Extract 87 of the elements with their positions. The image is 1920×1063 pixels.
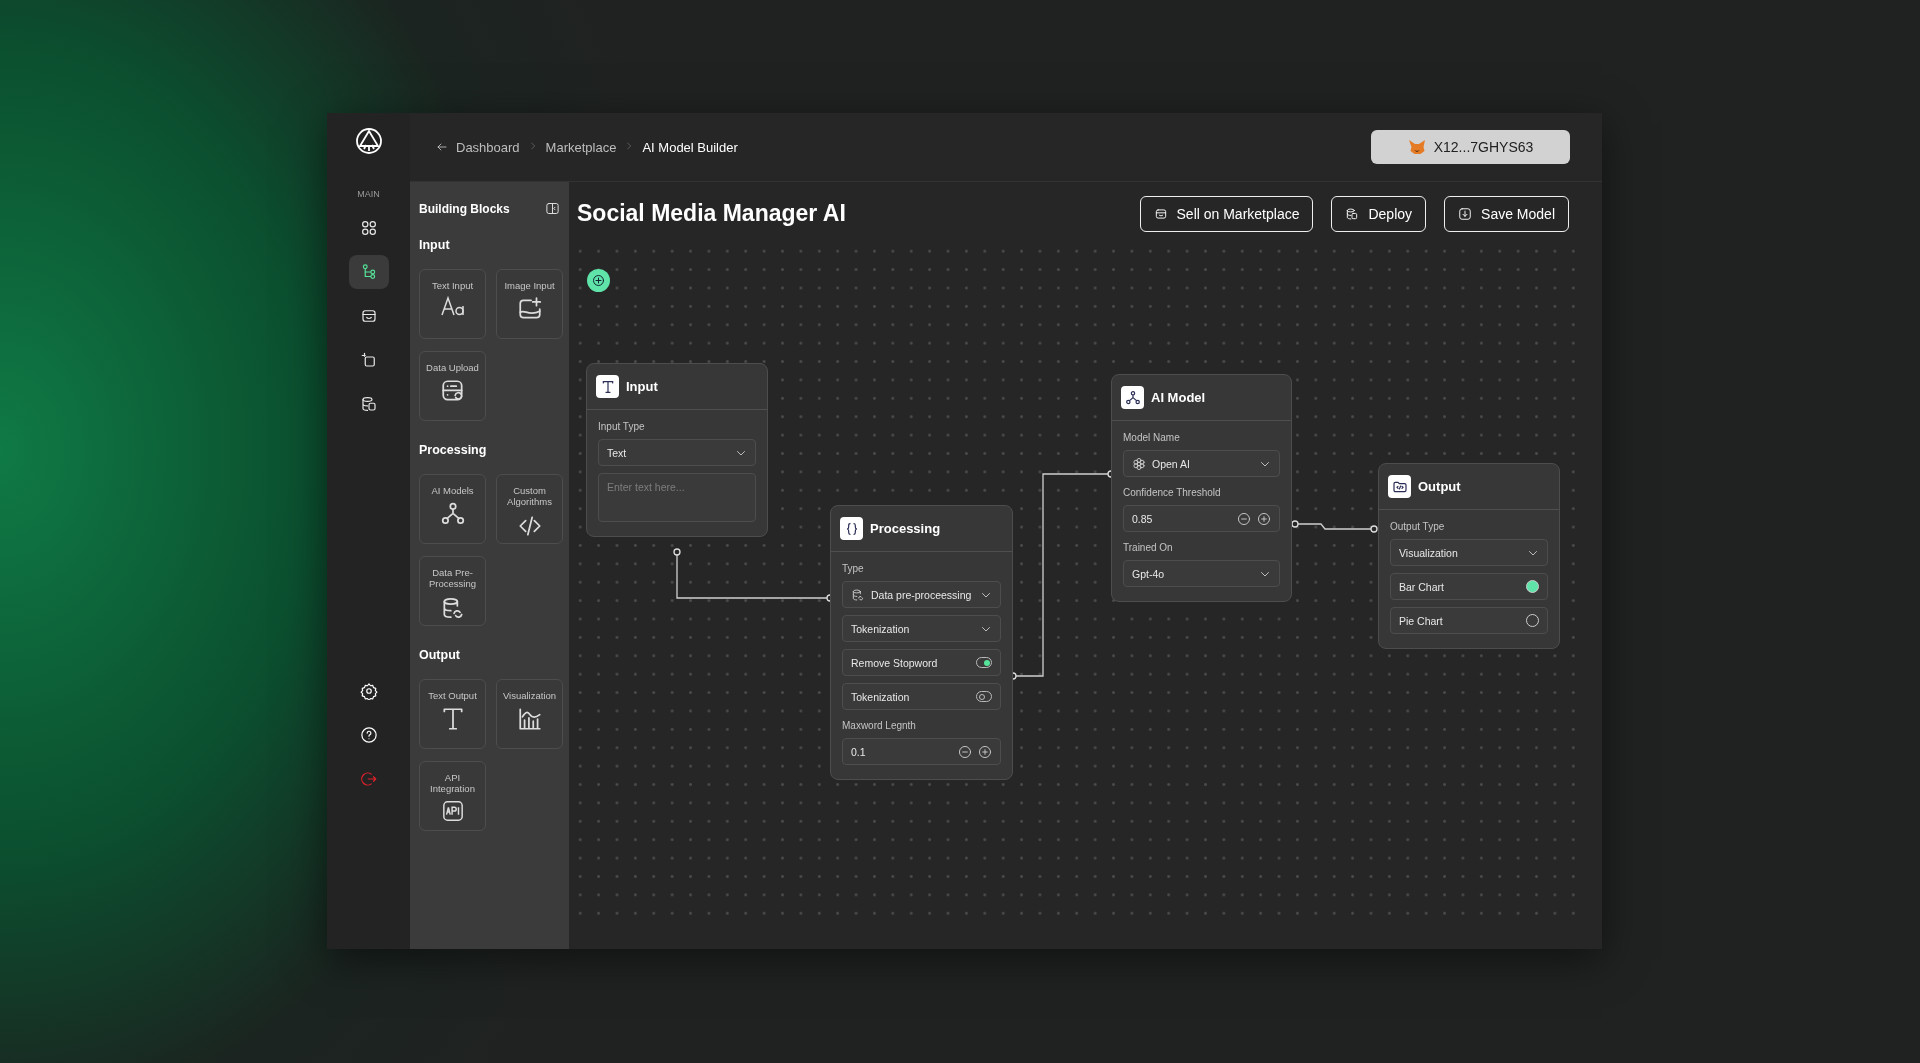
decrement-button[interactable]	[958, 744, 972, 759]
settings-icon	[359, 682, 378, 700]
letters-icon	[440, 296, 465, 317]
section-label: MAIN	[357, 189, 380, 199]
breadcrumb-link[interactable]: AI Model Builder	[642, 139, 738, 155]
fox-icon	[1407, 139, 1426, 155]
option-label: Remove Stopword	[851, 656, 939, 669]
field-label: Input Type	[598, 421, 646, 432]
block-tile[interactable]: Text Input	[419, 269, 486, 339]
number-field[interactable]: 0.85	[1123, 505, 1280, 532]
block-tile[interactable]: Custom Algorithms	[496, 474, 563, 544]
api-icon	[441, 799, 464, 822]
action-button[interactable]: Deploy	[1331, 195, 1427, 232]
dropdown[interactable]: Visualization	[1390, 539, 1548, 566]
connector-port[interactable]	[1291, 520, 1299, 528]
increment-button[interactable]	[978, 744, 992, 759]
page-title: Social Media Manager AI	[577, 200, 846, 227]
field-label: Type	[842, 563, 865, 574]
node-title: Output	[1418, 479, 1461, 494]
node-title: AI Model	[1151, 390, 1206, 405]
connector-port[interactable]	[673, 548, 681, 556]
node-card[interactable]: Input Input Type Text Enter text here...	[586, 363, 768, 537]
plus-icon	[591, 273, 606, 288]
grid-icon	[359, 219, 378, 237]
group-title: Output	[419, 648, 461, 662]
nav-item[interactable]	[348, 255, 389, 289]
breadcrumb-link[interactable]: Dashboard	[456, 139, 520, 155]
increment-button[interactable]	[1257, 511, 1271, 526]
node-title: Input	[626, 379, 658, 394]
field-label: Trained On	[1123, 542, 1174, 553]
plus-icon	[978, 744, 992, 759]
breadcrumb-link[interactable]: Marketplace	[545, 139, 617, 155]
dropdown[interactable]: Open AI	[1123, 450, 1280, 477]
panel-title: Building Blocks	[419, 201, 510, 216]
plus-icon	[1257, 511, 1271, 526]
field-label: Model Name	[1123, 432, 1181, 443]
field-label: Output Type	[1390, 521, 1446, 532]
database-icon	[359, 395, 378, 413]
node-title: Processing	[870, 521, 941, 536]
database-icon	[851, 587, 865, 602]
action-button[interactable]: Save Model	[1444, 195, 1569, 232]
block-tile[interactable]: Image Input	[496, 269, 563, 339]
store-icon	[1153, 206, 1168, 221]
block-tile[interactable]: Data Pre-Processing	[419, 556, 486, 626]
field-label: Confidence Threshold	[1123, 487, 1222, 498]
block-tile[interactable]: Text Output	[419, 679, 486, 749]
text-area[interactable]: Enter text here...	[598, 473, 756, 522]
minus-icon	[1237, 511, 1251, 526]
wallet-button[interactable]: X12...7GHYS63	[1371, 130, 1570, 164]
dropdown[interactable]: Gpt-4o	[1123, 560, 1280, 587]
node-card[interactable]: Output Output Type Visualization Bar Chart Pie Chart	[1378, 463, 1560, 649]
block-tile[interactable]: Visualization	[496, 679, 563, 749]
action-button[interactable]: Sell on Marketplace	[1139, 195, 1314, 232]
bar-chart-icon	[516, 706, 543, 733]
add-node-button[interactable]	[587, 269, 610, 292]
group-title: Input	[419, 238, 451, 252]
radio-button[interactable]	[1526, 580, 1539, 593]
group-title: Processing	[419, 443, 488, 457]
dropdown[interactable]: Data pre-proceessing	[842, 581, 1001, 608]
logout-icon	[359, 770, 378, 788]
dropdown[interactable]: Text	[598, 439, 756, 466]
download-icon	[1458, 206, 1473, 221]
dropdown[interactable]: Tokenization	[842, 615, 1001, 642]
number-field[interactable]: 0.1	[842, 738, 1001, 765]
block-tile[interactable]: AI Models	[419, 474, 486, 544]
field-label: Maxword Legnth	[842, 720, 917, 731]
option-label: Pie Chart	[1399, 614, 1444, 627]
block-tile[interactable]: Data Upload	[419, 351, 486, 421]
nodes-icon	[1121, 386, 1144, 409]
text-t-icon	[596, 375, 619, 398]
store-icon	[359, 307, 378, 325]
crop-icon	[359, 351, 378, 369]
database-icon	[1345, 206, 1360, 221]
help-icon	[359, 726, 378, 744]
decrement-button[interactable]	[1237, 511, 1251, 526]
option-label: Tokenization	[851, 690, 911, 703]
block-tile[interactable]: API Integration	[419, 761, 486, 831]
sidebar-toggle-icon	[545, 201, 560, 216]
minus-icon	[958, 744, 972, 759]
option-label: Bar Chart	[1399, 580, 1445, 593]
braces-icon	[840, 517, 863, 540]
flower-icon	[1132, 456, 1146, 471]
node-card[interactable]: AI Model Model Name Open AI Confidence Threshold 0.85 Trained On Gpt-4o	[1111, 374, 1292, 602]
back-arrow-icon	[436, 141, 448, 153]
logo-icon	[354, 127, 383, 155]
connector-port[interactable]	[1370, 525, 1378, 533]
folder-code-icon	[1388, 475, 1411, 498]
